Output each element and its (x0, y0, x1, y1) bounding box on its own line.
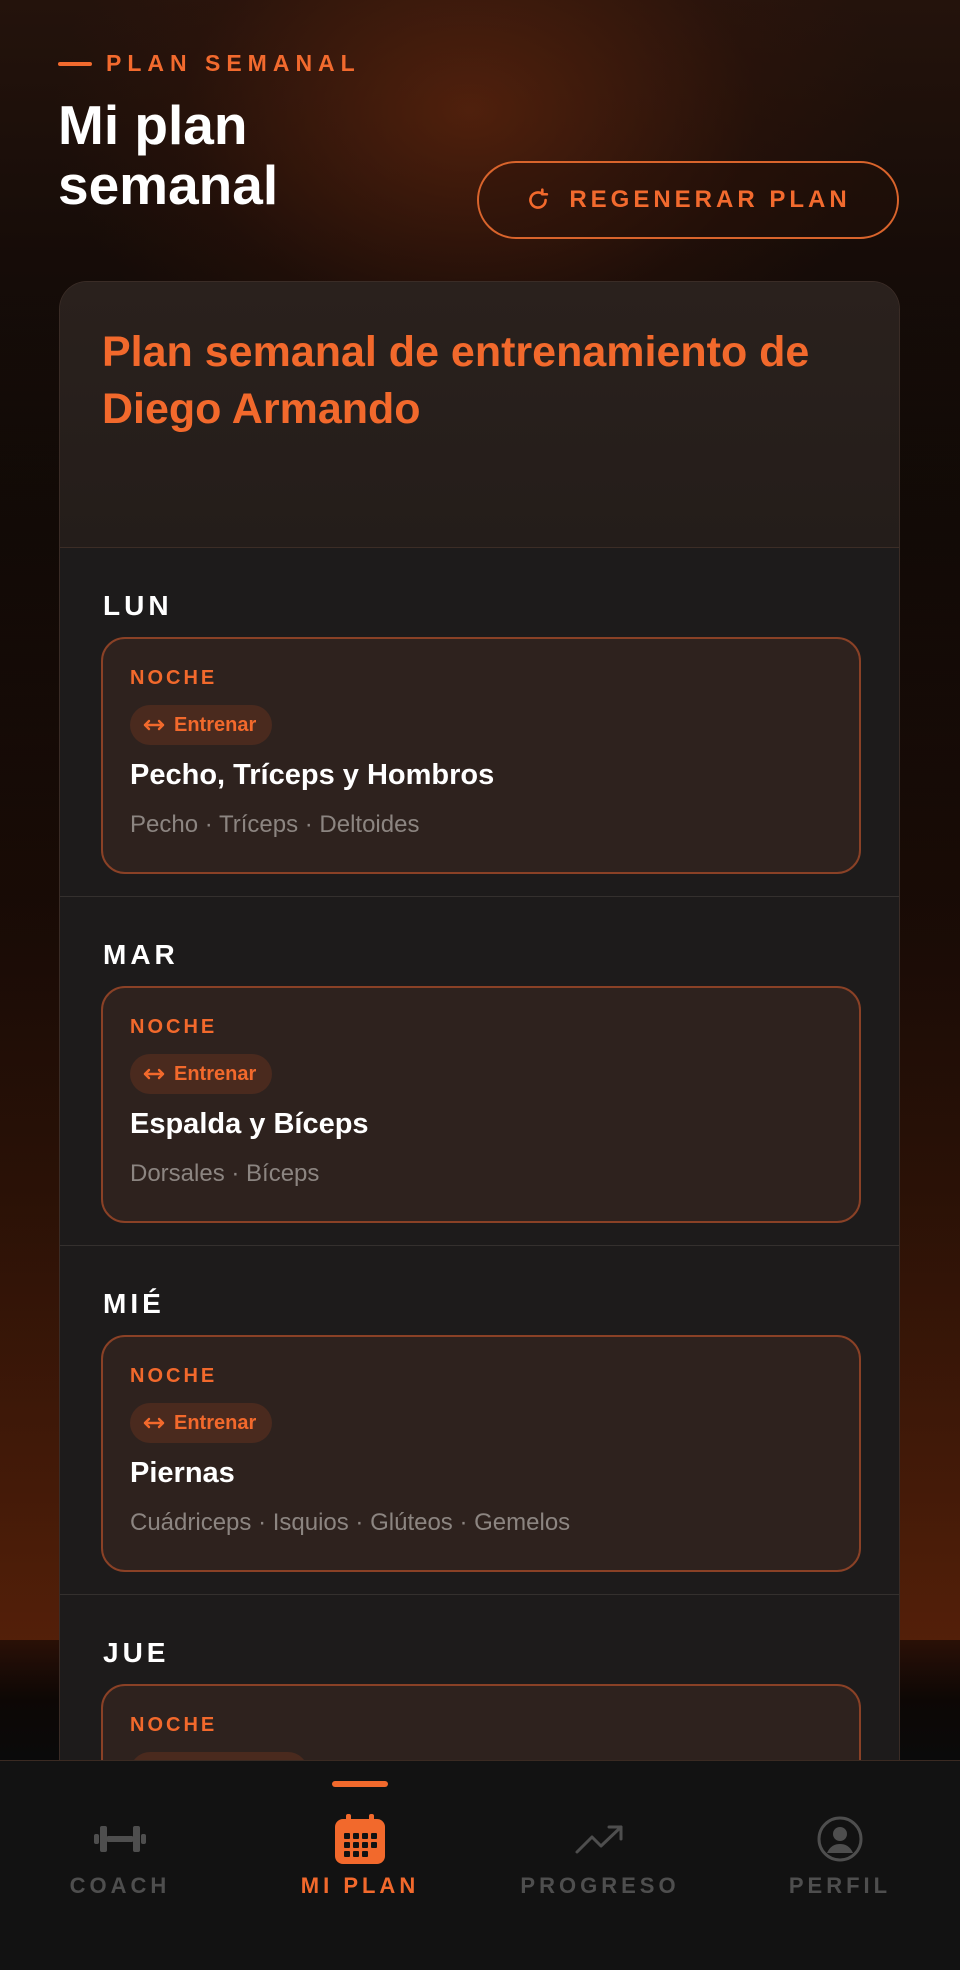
session-type-label: Entrenar (174, 713, 257, 736)
dumbbell-icon (94, 1826, 146, 1852)
session-card[interactable]: NOCHE Entrenar Espalda y Bíceps Dorsales… (101, 986, 861, 1223)
day-label: MIÉ (103, 1288, 165, 1319)
bottom-tab-bar: COACH MI PLAN PROGRESO PERFIL (0, 1760, 960, 1970)
session-muscles: Cuádriceps · Isquios · Glúteos · Gemelos (130, 1509, 571, 1536)
tab-coach[interactable]: COACH (0, 1761, 240, 1970)
session-type-label: Entrenar (174, 1411, 257, 1434)
section-kicker: PLAN SEMANAL (58, 50, 361, 77)
session-type-badge: Entrenar (130, 1403, 273, 1443)
refresh-icon (529, 188, 549, 209)
kicker-text: PLAN SEMANAL (106, 50, 361, 76)
plan-title: Plan semanal de entrenamiento de Diego A… (102, 328, 810, 433)
arrows-horizontal-icon (143, 1417, 165, 1429)
day-label: MAR (103, 939, 179, 970)
trend-up-icon (575, 1825, 623, 1854)
regenerate-plan-label: REGENERAR PLAN (569, 186, 851, 213)
tab-label: PERFIL (788, 1873, 892, 1898)
day-section-wed: MIÉ NOCHE Entrenar Piernas Cuádriceps · … (60, 1246, 899, 1595)
day-section-mon: LUN NOCHE Entrenar Pecho, Tríceps y Homb… (60, 548, 899, 897)
plan-card-header: Plan semanal de entrenamiento de Diego A… (60, 282, 899, 548)
background-glow-left (0, 280, 60, 1640)
weekly-plan-card: Plan semanal de entrenamiento de Diego A… (59, 281, 900, 1761)
active-tab-indicator (332, 1781, 388, 1787)
day-section-tue: MAR NOCHE Entrenar Espalda y Bíceps Dors… (60, 897, 899, 1246)
session-time: NOCHE (130, 1016, 218, 1038)
session-card[interactable]: NOCHE Entrenar Pecho, Tríceps y Hombros … (101, 637, 861, 874)
session-type-label: Entrenar (174, 1062, 257, 1085)
regenerate-plan-button[interactable]: REGENERAR PLAN (477, 161, 899, 239)
kicker-dash (58, 61, 92, 66)
day-section-thu: JUE NOCHE (60, 1595, 899, 1761)
tab-progreso[interactable]: PROGRESO (480, 1761, 720, 1970)
tab-perfil[interactable]: PERFIL (720, 1761, 960, 1970)
user-circle-icon (817, 1816, 863, 1862)
page-title: Mi plan semanal (58, 94, 279, 216)
day-label: JUE (103, 1637, 170, 1668)
tab-label: MI PLAN (300, 1873, 420, 1898)
session-card[interactable]: NOCHE Entrenar Piernas Cuádriceps · Isqu… (101, 1335, 861, 1572)
tab-label: COACH (69, 1873, 171, 1898)
session-card[interactable]: NOCHE (101, 1684, 861, 1761)
tab-mi-plan[interactable]: MI PLAN (240, 1761, 480, 1970)
background-glow-right (900, 280, 960, 1640)
day-label: LUN (103, 590, 173, 621)
session-muscles: Dorsales · Bíceps (130, 1160, 320, 1187)
arrows-horizontal-icon (143, 719, 165, 731)
session-type-badge: Entrenar (130, 1054, 273, 1094)
session-time: NOCHE (130, 667, 218, 689)
calendar-icon (335, 1814, 385, 1864)
session-name: Espalda y Bíceps (130, 1108, 369, 1140)
session-name: Pecho, Tríceps y Hombros (130, 759, 495, 791)
session-time: NOCHE (130, 1714, 218, 1736)
session-time: NOCHE (130, 1365, 218, 1387)
tab-label: PROGRESO (520, 1873, 680, 1898)
session-type-badge: Entrenar (130, 705, 273, 745)
session-name: Piernas (130, 1457, 235, 1489)
arrows-horizontal-icon (143, 1068, 165, 1080)
session-muscles: Pecho · Tríceps · Deltoides (130, 811, 420, 838)
